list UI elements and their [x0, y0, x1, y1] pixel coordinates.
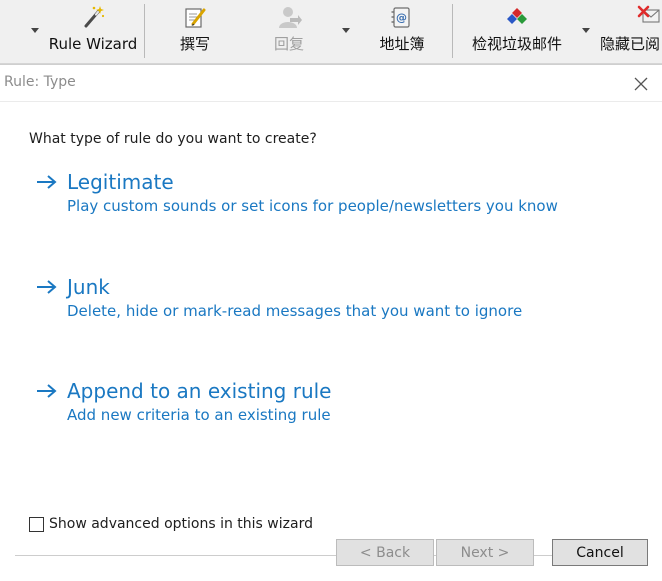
check-spam-button[interactable]: 检视垃圾邮件	[464, 4, 570, 60]
hide-read-icon	[637, 5, 660, 23]
toolbar-separator	[452, 4, 453, 58]
option-description: Play custom sounds or set icons for peop…	[67, 197, 558, 215]
dialog-titlebar: Rule: Type	[0, 65, 662, 101]
arrow-right-icon	[37, 384, 57, 398]
option-title: Junk	[67, 275, 110, 299]
option-title: Append to an existing rule	[67, 379, 332, 403]
compose-button[interactable]: 撰写	[170, 4, 220, 60]
hide-read-label: 隐藏已阅	[600, 35, 661, 53]
option-description: Delete, hide or mark-read messages that …	[67, 302, 523, 320]
option-append-existing-rule[interactable]: Append to an existing rule Add new crite…	[36, 379, 596, 424]
advanced-options-label[interactable]: Show advanced options in this wizard	[49, 516, 313, 532]
reply-button[interactable]: 回复	[264, 4, 314, 60]
address-book-icon: @	[391, 7, 410, 28]
rule-type-question: What type of rule do you want to create?	[29, 131, 317, 147]
address-book-button[interactable]: @ 地址簿	[372, 4, 432, 60]
option-junk[interactable]: Junk Delete, hide or mark-read messages …	[36, 275, 596, 320]
arrow-right-icon	[37, 175, 57, 189]
magic-wand-icon	[84, 6, 105, 28]
svg-text:@: @	[396, 11, 407, 24]
arrow-right-icon	[37, 280, 57, 294]
next-button[interactable]: Next >	[436, 539, 534, 566]
rule-wizard-button[interactable]: Rule Wizard	[48, 4, 138, 60]
toolbar: Rule Wizard 撰写 回复 @ 地址簿 检视垃圾邮件 隐藏已阅	[0, 0, 662, 64]
back-button[interactable]: < Back	[336, 539, 434, 566]
check-spam-label: 检视垃圾邮件	[471, 35, 562, 53]
toolbar-separator	[144, 4, 145, 58]
option-title: Legitimate	[67, 170, 174, 194]
option-description: Add new criteria to an existing rule	[67, 406, 331, 424]
dialog-content: What type of rule do you want to create?…	[0, 101, 662, 581]
chevron-down-icon[interactable]	[582, 28, 590, 33]
reply-label: 回复	[273, 35, 304, 53]
address-book-label: 地址簿	[379, 35, 425, 53]
advanced-options-checkbox[interactable]	[29, 516, 44, 532]
spam-folder-icon	[507, 8, 527, 24]
compose-icon	[185, 8, 206, 28]
close-icon	[634, 77, 648, 91]
hide-read-button[interactable]: 隐藏已阅	[600, 4, 662, 60]
reply-user-icon	[279, 7, 302, 28]
close-button[interactable]	[630, 73, 652, 95]
chevron-down-icon[interactable]	[31, 28, 39, 33]
rule-wizard-label: Rule Wizard	[48, 35, 138, 53]
chevron-down-icon[interactable]	[342, 28, 350, 33]
option-legitimate[interactable]: Legitimate Play custom sounds or set ico…	[36, 170, 596, 215]
compose-label: 撰写	[179, 35, 210, 53]
advanced-options-row[interactable]: Show advanced options in this wizard	[29, 516, 313, 532]
dialog-title: Rule: Type	[4, 74, 76, 90]
cancel-button[interactable]: Cancel	[552, 539, 648, 566]
rule-type-dialog: Rule: Type What type of rule do you want…	[0, 64, 662, 581]
